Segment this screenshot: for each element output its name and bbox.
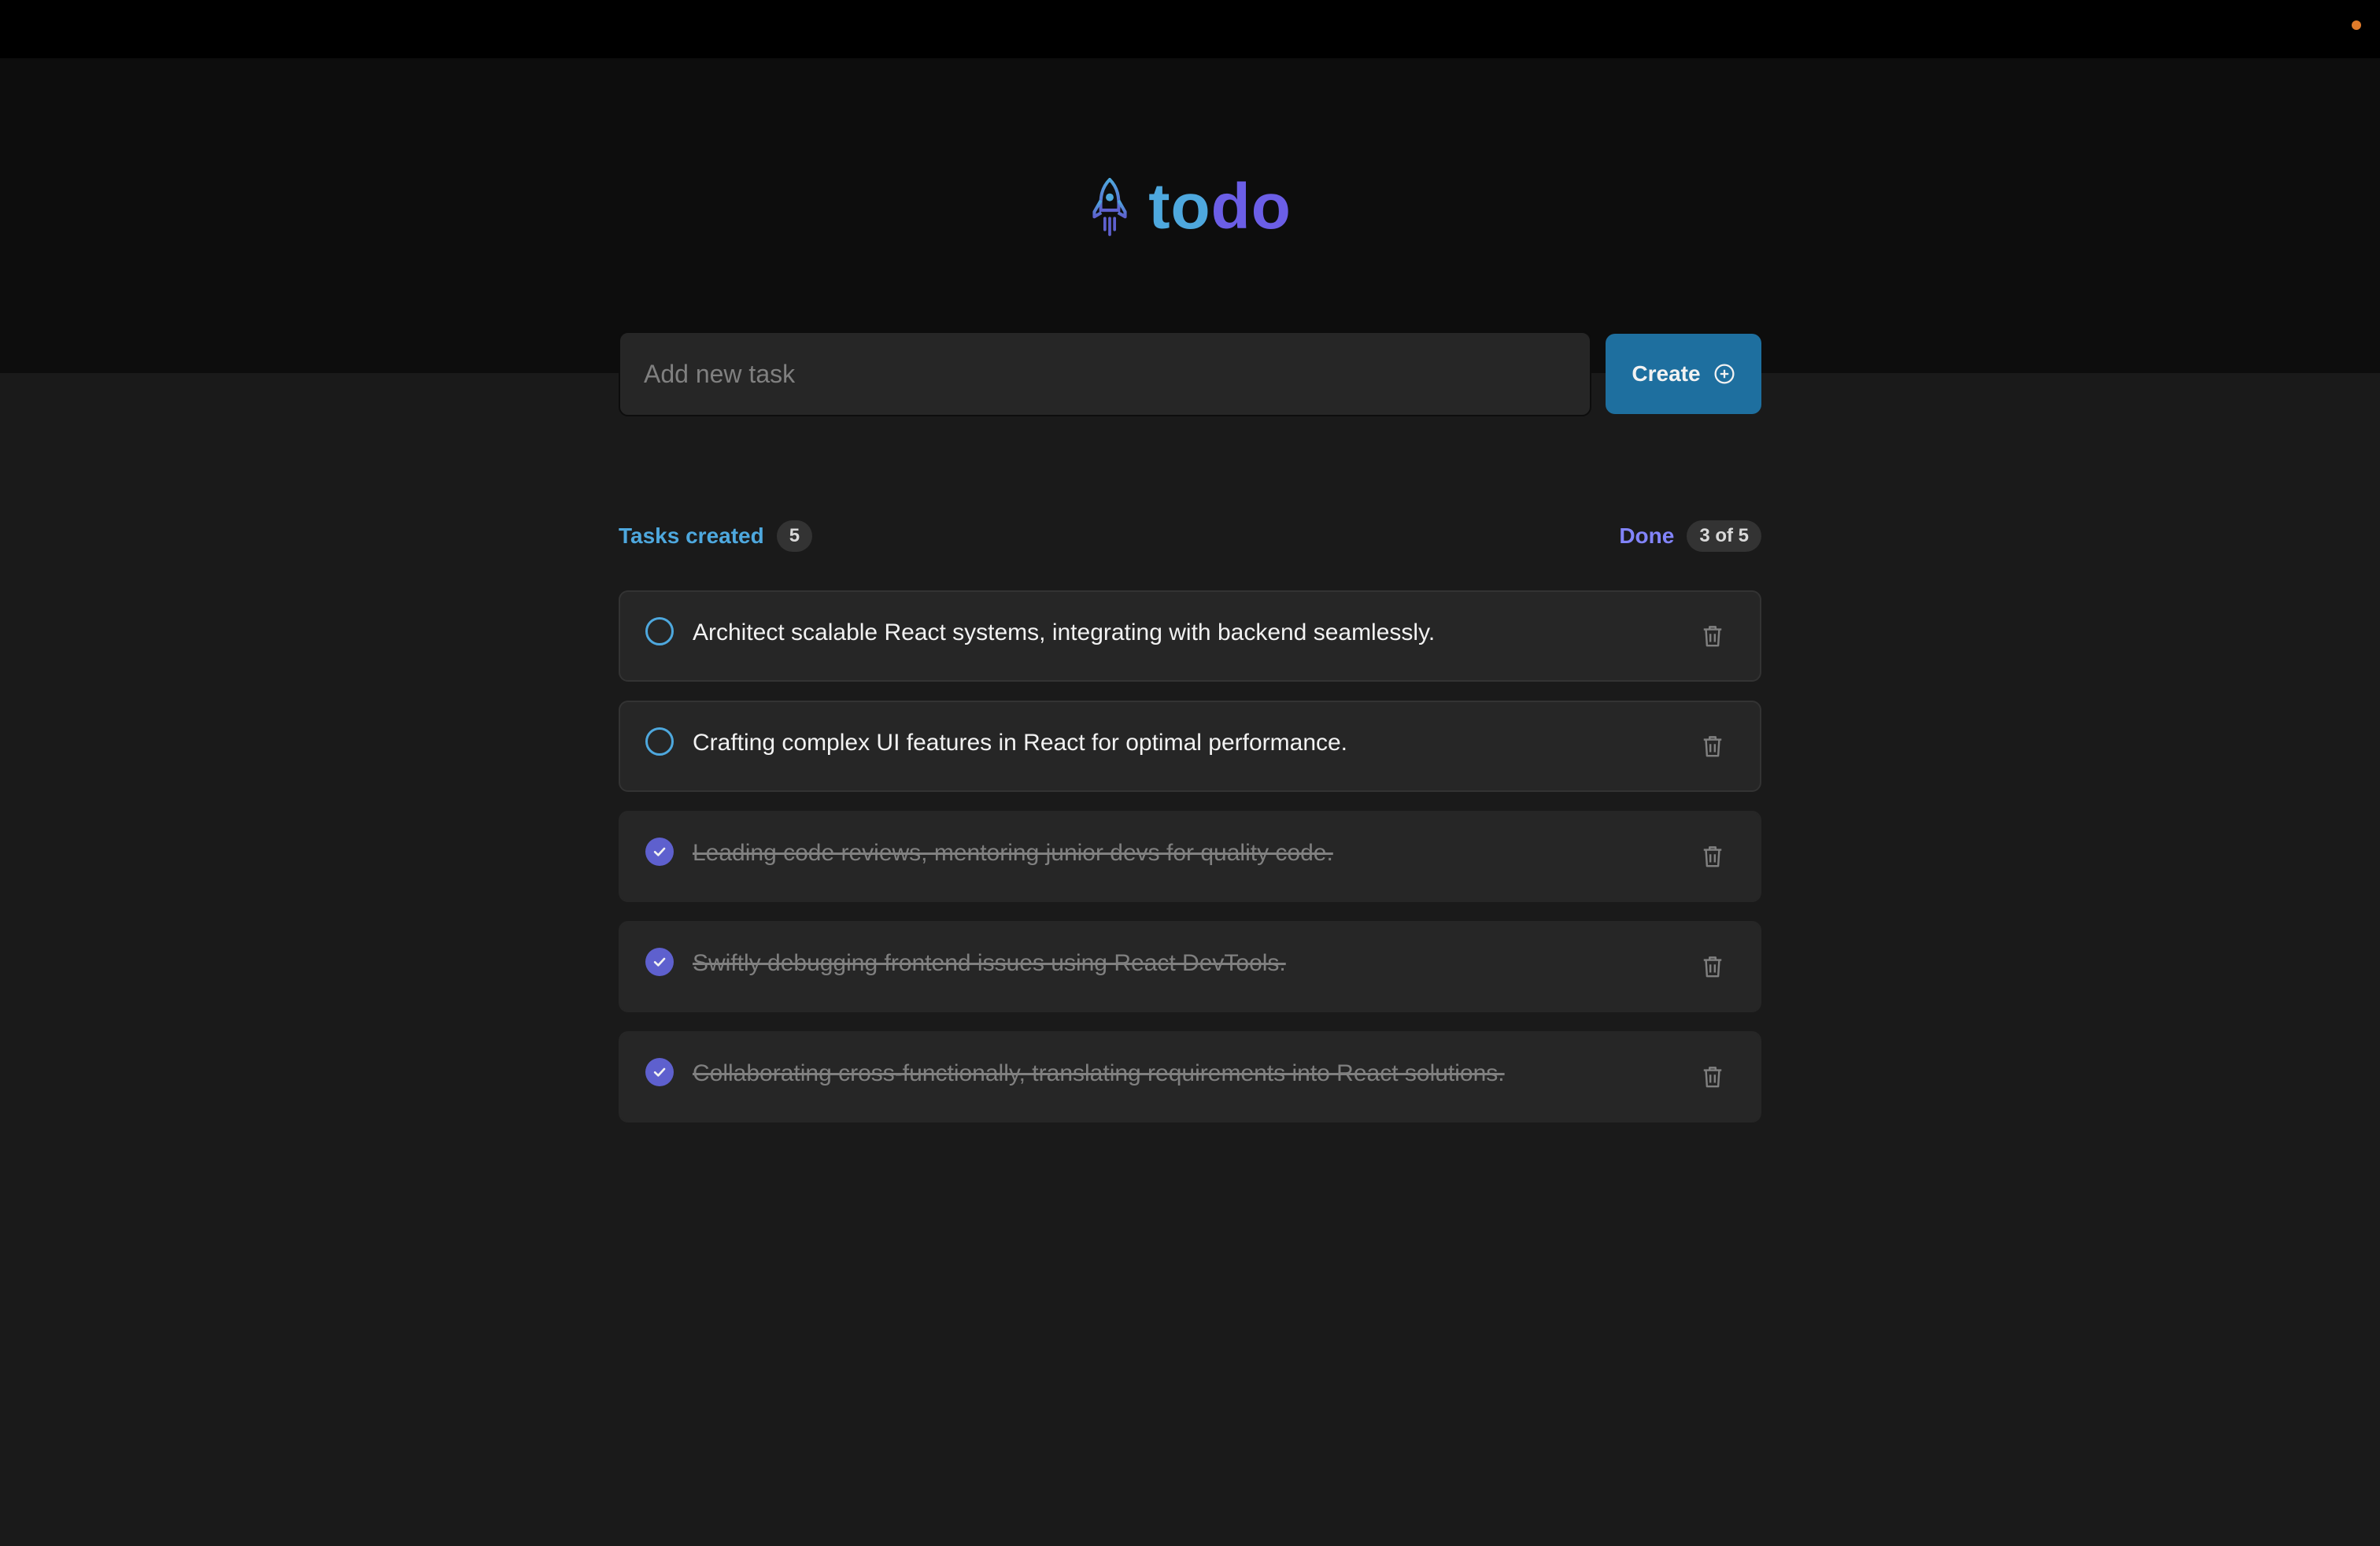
task-item: Collaborating cross-functionally, transl… [619, 1031, 1761, 1123]
tasks-done-counter: Done 3 of 5 [1619, 518, 1761, 554]
task-text: Leading code reviews, mentoring junior d… [693, 840, 1333, 866]
task-counters: Tasks created 5 Done 3 of 5 [619, 518, 1761, 554]
tasks-done-label: Done [1619, 523, 1675, 548]
task-checkbox[interactable] [645, 1058, 674, 1086]
plus-circle-icon [1714, 364, 1735, 384]
check-icon [653, 847, 666, 856]
trash-icon[interactable] [1697, 1061, 1728, 1093]
tasks-done-badge: 3 of 5 [1687, 520, 1761, 553]
tasks-created-counter: Tasks created 5 [619, 518, 813, 554]
window-top-bar [0, 0, 2380, 58]
task-text: Architect scalable React systems, integr… [693, 620, 1436, 645]
trash-icon[interactable] [1697, 730, 1728, 762]
task-checkbox[interactable] [645, 727, 674, 756]
task-checkbox[interactable] [645, 617, 674, 645]
task-item: Architect scalable React systems, integr… [619, 590, 1761, 682]
status-dot [2352, 20, 2361, 30]
trash-icon[interactable] [1697, 841, 1728, 872]
task-item: Crafting complex UI features in React fo… [619, 701, 1761, 792]
app-title-part1: to [1148, 171, 1211, 242]
new-task-input[interactable] [619, 331, 1591, 416]
app-title-part2: do [1210, 171, 1292, 242]
rocket-icon [1092, 178, 1127, 236]
task-text: Collaborating cross-functionally, transl… [693, 1060, 1505, 1086]
task-list: Architect scalable React systems, integr… [619, 590, 1761, 1141]
task-item: Leading code reviews, mentoring junior d… [619, 811, 1761, 902]
task-text: Swiftly debugging frontend issues using … [693, 950, 1286, 976]
check-icon [653, 1067, 666, 1077]
task-checkbox[interactable] [645, 838, 674, 866]
create-button[interactable]: Create [1606, 334, 1761, 414]
trash-icon[interactable] [1697, 620, 1728, 652]
new-task-form: Create [619, 331, 1761, 416]
app-title: todo [1148, 175, 1292, 239]
task-checkbox[interactable] [645, 948, 674, 976]
task-item: Swiftly debugging frontend issues using … [619, 921, 1761, 1012]
tasks-created-label: Tasks created [619, 523, 764, 548]
create-button-label: Create [1632, 361, 1701, 386]
trash-icon[interactable] [1697, 951, 1728, 982]
tasks-created-badge: 5 [776, 520, 813, 553]
check-icon [653, 957, 666, 967]
app-logo: todo [0, 175, 2380, 239]
task-text: Crafting complex UI features in React fo… [693, 730, 1348, 756]
